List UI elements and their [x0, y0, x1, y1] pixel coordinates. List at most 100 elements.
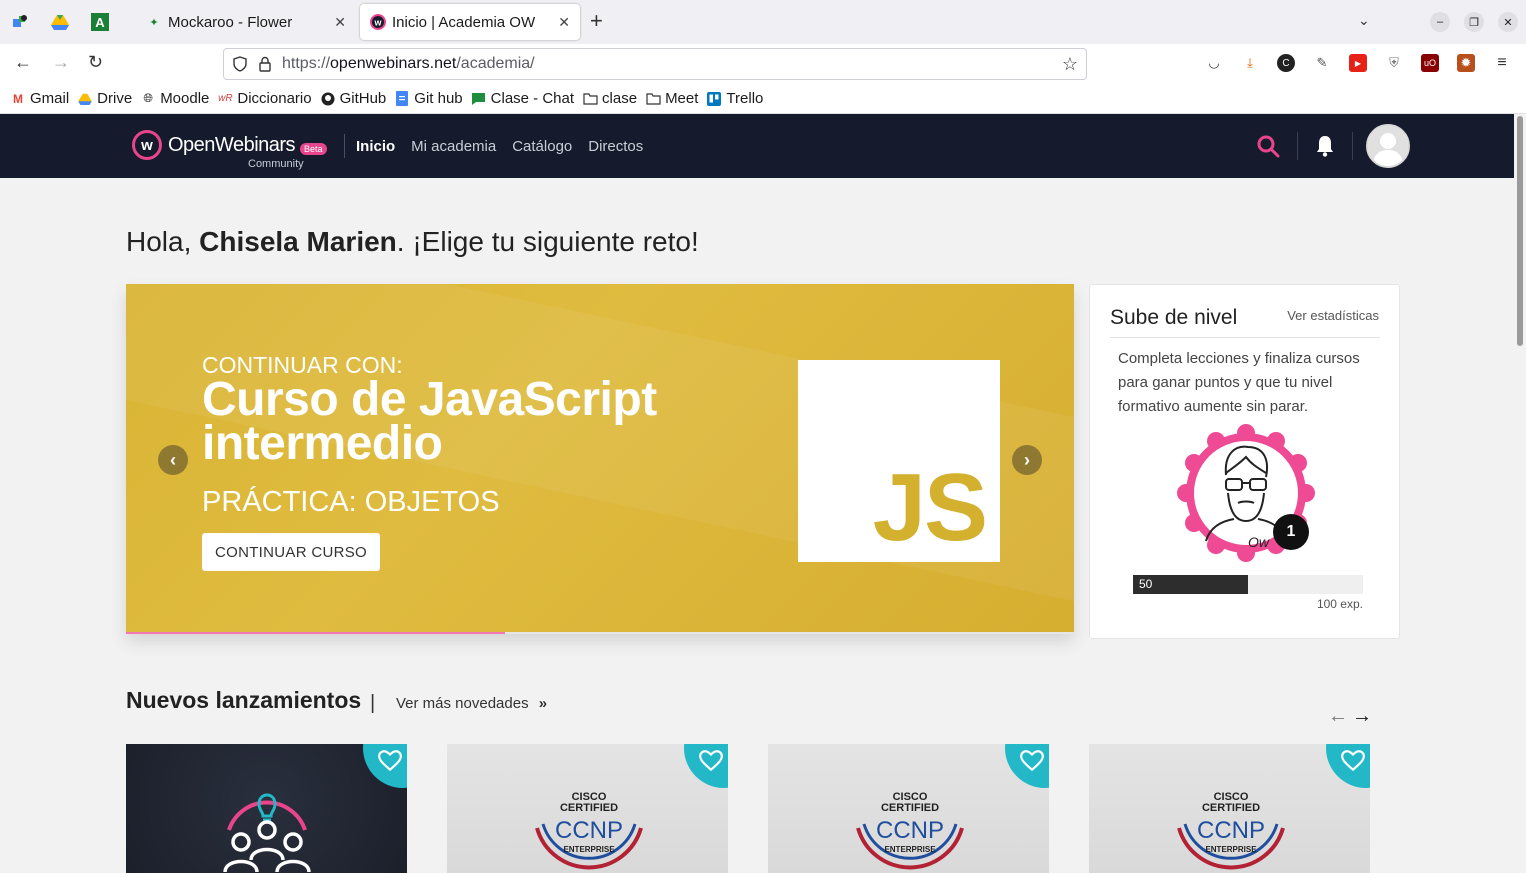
trello-icon — [706, 91, 722, 107]
slider-prev-button[interactable]: ‹ — [158, 445, 188, 475]
cisco-name: CCNP — [555, 817, 623, 844]
svg-text:Ow: Ow — [1248, 534, 1270, 550]
close-window-button[interactable]: ✕ — [1498, 12, 1518, 32]
level-card-title: Sube de nivel — [1110, 306, 1238, 329]
user-name: Chisela Marien — [199, 226, 397, 257]
eyedropper-icon[interactable]: ✎ — [1313, 54, 1331, 72]
heart-icon[interactable] — [1019, 748, 1045, 774]
tab-mockaroo[interactable]: ✦ Mockaroo - Flower ✕ — [136, 4, 356, 40]
level-description: Completa lecciones y finaliza cursos par… — [1118, 350, 1360, 415]
url-text: https://openwebinars.net/academia/ — [282, 55, 535, 73]
bookmark-git-hub[interactable]: Git hub — [394, 90, 463, 107]
chat-icon — [471, 91, 487, 107]
reload-button[interactable]: ↻ — [88, 52, 103, 73]
pocket-icon[interactable]: ◡ — [1205, 54, 1223, 72]
forward-button[interactable]: → — [52, 52, 70, 73]
double-chevron-right-icon: » — [538, 695, 548, 712]
course-card[interactable] — [126, 744, 407, 873]
course-card[interactable]: CISCO CERTIFIED CCNP ENTERPRISE — [447, 744, 728, 873]
browser-tabbar: A ✦ Mockaroo - Flower ✕ w Inicio | Acade… — [0, 0, 1526, 44]
download-icon[interactable]: ⤓ — [1241, 54, 1259, 72]
minimize-button[interactable]: – — [1430, 12, 1450, 32]
bookmark-github[interactable]: GitHub — [320, 90, 386, 107]
nav-directos[interactable]: Directos — [588, 138, 643, 155]
hero-course-title[interactable]: Curso de JavaScript intermedio — [202, 376, 762, 468]
bookmark-clase-chat[interactable]: Clase - Chat — [471, 90, 574, 107]
cisco-name: CCNP — [1197, 817, 1265, 844]
main-nav: Inicio Mi academia Catálogo Directos — [356, 138, 659, 155]
drive-icon — [51, 15, 69, 30]
openwebinars-icon: w — [370, 14, 386, 30]
view-stats-link[interactable]: Ver estadísticas — [1287, 308, 1379, 323]
carousel-next-arrow-icon[interactable]: → — [1352, 705, 1372, 728]
pinned-tab-1[interactable] — [0, 0, 40, 44]
site-logo[interactable]: w OpenWebinars Beta Community — [132, 130, 327, 170]
shield-icon[interactable] — [232, 56, 248, 72]
tab-list-chevron-icon[interactable]: ⌄ — [1358, 12, 1370, 29]
globe-icon: 🌐︎ — [143, 91, 153, 105]
bookmark-gmail[interactable]: M Gmail — [10, 90, 69, 107]
restore-button[interactable]: ❐ — [1464, 12, 1484, 32]
bookmark-label: Drive — [97, 90, 133, 107]
heart-icon[interactable] — [377, 748, 403, 774]
bookmark-drive[interactable]: Drive — [77, 90, 132, 107]
extension-c-icon[interactable]: C — [1277, 54, 1295, 72]
ublock-icon[interactable]: uO — [1421, 54, 1439, 72]
folder-icon — [645, 91, 661, 107]
youtube-icon[interactable]: ▶ — [1349, 54, 1367, 72]
menu-icon[interactable]: ≡ — [1493, 54, 1511, 72]
slider-next-button[interactable]: › — [1012, 445, 1042, 475]
course-card[interactable]: CISCO CERTIFIED CCNP ENTERPRISE — [768, 744, 1049, 873]
site-header: w OpenWebinars Beta Community Inicio Mi … — [0, 114, 1514, 178]
new-tab-button[interactable]: + — [590, 10, 603, 32]
close-tab-icon[interactable]: ✕ — [334, 14, 346, 31]
url-bar[interactable]: https://openwebinars.net/academia/ ☆ — [223, 48, 1087, 80]
cisco-ccnp-badge: CISCO CERTIFIED CCNP ENTERPRISE — [1177, 791, 1285, 870]
extension-sun-icon[interactable]: ✹ — [1457, 54, 1475, 72]
scrollbar-thumb[interactable] — [1517, 116, 1523, 346]
url-host: openwebinars.net — [330, 55, 457, 72]
cisco-name: CCNP — [876, 817, 944, 844]
cisco-ccnp-badge: CISCO CERTIFIED CCNP ENTERPRISE — [856, 791, 964, 870]
header-divider — [344, 134, 345, 158]
nav-mi-academia[interactable]: Mi academia — [411, 138, 496, 155]
bookmark-moodle[interactable]: 🌐︎ Moodle — [140, 90, 209, 107]
logo-community: Community — [248, 158, 304, 170]
bookmark-label: Gmail — [30, 90, 70, 107]
close-tab-icon[interactable]: ✕ — [558, 14, 570, 31]
bookmark-meet[interactable]: Meet — [645, 90, 698, 107]
see-more-news-link[interactable]: Ver más novedades » — [396, 695, 547, 712]
new-releases-title: Nuevos lanzamientos — [126, 687, 362, 713]
bookmark-label: Trello — [726, 90, 764, 107]
bookmark-label: Diccionario — [237, 90, 312, 107]
privacy-shield-icon[interactable]: ⛨ — [1385, 54, 1403, 72]
course-card[interactable]: CISCO CERTIFIED CCNP ENTERPRISE — [1089, 744, 1370, 873]
level-number-badge: 1 — [1273, 514, 1309, 550]
bookmark-star-icon[interactable]: ☆ — [1062, 54, 1078, 75]
user-avatar[interactable] — [1366, 124, 1410, 168]
search-icon[interactable] — [1256, 134, 1280, 158]
pinned-tab-drive[interactable] — [40, 0, 80, 44]
openwebinars-logo-icon: w — [132, 130, 162, 160]
bookmarks-bar: M Gmail Drive 🌐︎ Moodle wR Diccionario GitH… — [0, 84, 1526, 114]
nav-catalogo[interactable]: Catálogo — [512, 138, 572, 155]
bookmark-clase[interactable]: clase — [582, 90, 637, 107]
svg-text:A: A — [95, 15, 105, 30]
carousel-prev-arrow-icon[interactable]: ← — [1328, 705, 1348, 728]
level-card-divider — [1110, 337, 1380, 338]
heart-icon[interactable] — [698, 748, 724, 774]
tab-academia[interactable]: w Inicio | Academia OW ✕ — [360, 4, 580, 40]
bookmark-diccionario[interactable]: wR Diccionario — [217, 90, 311, 107]
bell-icon[interactable] — [1313, 134, 1337, 158]
bookmark-trello[interactable]: Trello — [706, 90, 763, 107]
js-logo-text: JS — [872, 454, 988, 561]
see-more-news-label: Ver más novedades — [396, 695, 529, 712]
continue-course-button[interactable]: CONTINUAR CURSO — [202, 533, 380, 571]
lock-icon[interactable] — [258, 56, 272, 72]
back-button[interactable]: ← — [14, 52, 32, 73]
drive-icon — [77, 91, 93, 107]
heart-icon[interactable] — [1340, 748, 1366, 774]
page-scrollbar[interactable] — [1514, 114, 1526, 873]
nav-inicio[interactable]: Inicio — [356, 138, 395, 155]
pinned-tab-a[interactable]: A — [80, 0, 120, 44]
